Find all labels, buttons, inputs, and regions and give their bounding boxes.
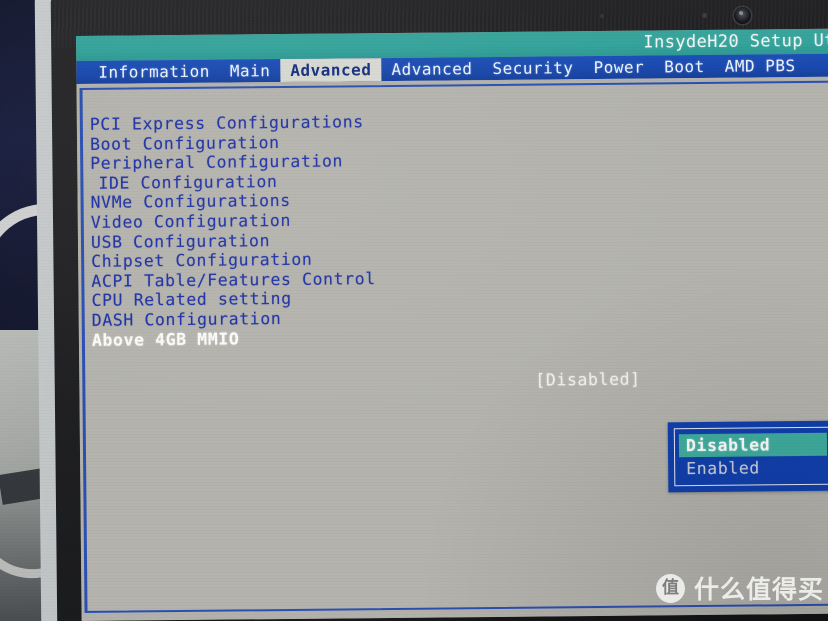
bios-option-list: PCI Express Configurations Boot Configur… [87,108,828,350]
menu-item-information[interactable]: Information [76,60,220,84]
value-selection-popup[interactable]: Disabled Enabled [667,420,828,493]
menu-item-amd-pbs[interactable]: AMD PBS [715,54,806,78]
popup-option-enabled[interactable]: Enabled [679,456,827,480]
bezel-indicator-dot [702,13,707,18]
menu-item-advanced-2[interactable]: Advanced [381,57,482,81]
above-4gb-mmio-value: [Disabled] [535,369,641,390]
bios-content-area: PCI Express Configurations Boot Configur… [76,76,828,621]
bezel-sensor-dot-left [600,14,604,18]
webcam-glint [739,11,743,15]
bios-settings-pane: PCI Express Configurations Boot Configur… [79,80,828,613]
popup-option-disabled[interactable]: Disabled [678,432,828,458]
photo-of-laptop-bios-screen: InsydeH20 Setup Util Information Main Ad… [0,0,828,621]
menu-item-boot[interactable]: Boot [654,55,715,79]
menu-item-security[interactable]: Security [482,56,583,80]
bios-screen: InsydeH20 Setup Util Information Main Ad… [76,28,828,621]
menu-item-power[interactable]: Power [583,55,654,79]
bios-title: InsydeH20 Setup Util [643,30,828,53]
menu-item-advanced-active[interactable]: Advanced [280,58,382,83]
webcam-icon [734,7,751,24]
menu-item-main[interactable]: Main [220,59,281,83]
